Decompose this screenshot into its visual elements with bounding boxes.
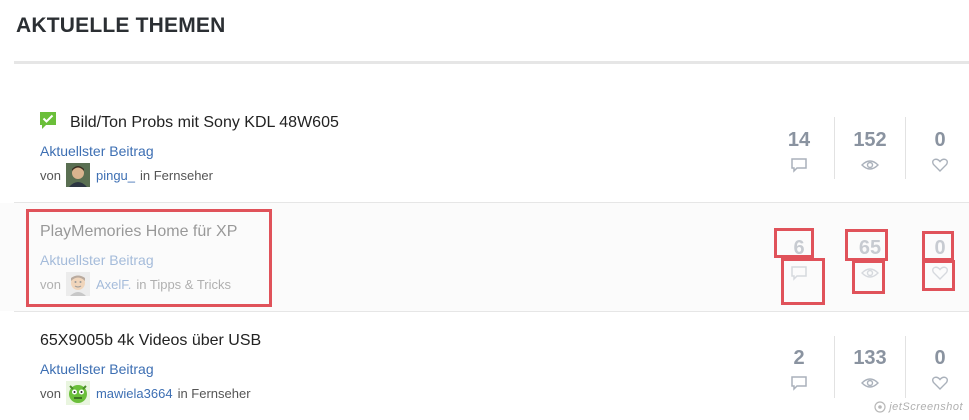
- views-stat: 133: [845, 347, 895, 391]
- section-divider: [14, 61, 969, 64]
- eye-icon: [861, 378, 879, 388]
- stat-divider: [905, 336, 906, 398]
- annotation-box-views-count: [845, 229, 888, 261]
- topic-meta: von pingu_ in Fernseher: [40, 163, 213, 187]
- comment-icon: [791, 158, 807, 173]
- heart-icon[interactable]: [931, 157, 949, 173]
- annotation-box-likes-icon: [922, 260, 955, 291]
- user-link[interactable]: mawiela3664: [96, 386, 173, 401]
- stat-divider: [834, 336, 835, 398]
- comment-icon: [791, 376, 807, 391]
- avatar-monster-icon[interactable]: [65, 381, 90, 405]
- watermark-logo-icon: [874, 401, 886, 413]
- topic-row: 65X9005b 4k Videos über USB Aktuellster …: [0, 312, 969, 420]
- topic-meta: von mawiela3664 in Fernseher: [40, 381, 251, 405]
- views-stat: 152: [845, 129, 895, 173]
- avatar-person-icon[interactable]: [65, 163, 90, 187]
- replies-count: 2: [793, 347, 805, 369]
- watermark-text: jetScreenshot: [889, 401, 963, 413]
- user-link[interactable]: pingu_: [96, 168, 135, 183]
- replies-stat: 2: [774, 347, 824, 391]
- topic-title-link[interactable]: 65X9005b 4k Videos über USB: [40, 332, 261, 350]
- stat-divider: [905, 117, 906, 179]
- replies-stat: 14: [774, 129, 824, 173]
- views-count: 152: [853, 129, 887, 151]
- topic-row: Bild/Ton Probs mit Sony KDL 48W605 Aktue…: [0, 95, 969, 203]
- check-bubble-icon: [40, 112, 56, 129]
- section-title: AKTUELLE THEMEN: [16, 14, 226, 37]
- topic-title-link[interactable]: Bild/Ton Probs mit Sony KDL 48W605: [70, 114, 339, 132]
- likes-count: 0: [934, 347, 946, 369]
- annotation-box-replies-count: [774, 228, 814, 258]
- likes-stat: 0: [915, 129, 965, 173]
- watermark: jetScreenshot: [874, 401, 963, 413]
- latest-post-link[interactable]: Aktuellster Beitrag: [40, 143, 154, 159]
- by-label: von: [40, 385, 61, 401]
- by-label: von: [40, 167, 61, 183]
- heart-icon[interactable]: [931, 375, 949, 391]
- eye-icon: [861, 160, 879, 170]
- annotation-box-topic: [26, 209, 272, 307]
- forum-link[interactable]: in Fernseher: [140, 168, 213, 183]
- replies-count: 14: [787, 129, 811, 151]
- views-count: 133: [853, 347, 887, 369]
- latest-post-link[interactable]: Aktuellster Beitrag: [40, 361, 154, 377]
- likes-count: 0: [934, 129, 946, 151]
- likes-stat: 0: [915, 347, 965, 391]
- annotation-box-likes-count: [922, 231, 954, 261]
- forum-link[interactable]: in Fernseher: [178, 386, 251, 401]
- annotation-box-replies-icon: [781, 258, 825, 305]
- annotation-box-views-icon: [852, 260, 885, 294]
- stat-divider: [834, 117, 835, 179]
